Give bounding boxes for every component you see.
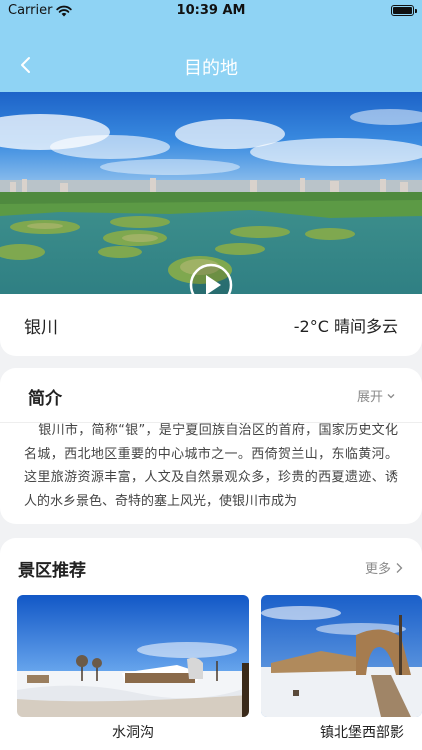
spot-image <box>17 595 249 717</box>
chevron-right-icon <box>396 562 403 573</box>
destination-video[interactable] <box>0 92 422 296</box>
clock: 10:39 AM <box>176 3 246 18</box>
spot-name: 水洞沟 <box>112 725 154 741</box>
battery-icon <box>391 5 417 16</box>
more-label: 更多 <box>364 562 391 577</box>
spots-title: 景区推荐 <box>18 561 86 581</box>
expand-label: 展开 <box>356 390 383 405</box>
header: Carrier 10:39 AM 目的地 <box>0 0 422 92</box>
intro-text: 银川市，简称“银”，是宁夏回族自治区的首府，国家历史文化名城，西北地区重要的中心… <box>24 423 398 509</box>
intro-title: 简介 <box>28 389 62 409</box>
play-icon[interactable] <box>189 263 233 296</box>
more-button[interactable]: 更多 <box>365 558 404 577</box>
battery-fill <box>393 7 412 14</box>
spots-card: 景区推荐 更多 水洞沟 镇北堡西部影 <box>0 538 422 750</box>
screen: Carrier 10:39 AM 目的地 银川 -2°C 晴间多云 简介 展开 … <box>0 0 422 750</box>
spot-card[interactable]: 镇北堡西部影 <box>261 595 422 742</box>
intro-card: 简介 展开 银川市，简称“银”，是宁夏回族自治区的首府，国家历史文化名城，西北地… <box>0 368 422 524</box>
spot-image <box>261 595 422 717</box>
chevron-down-icon <box>387 393 395 398</box>
expand-button[interactable]: 展开 <box>357 386 396 405</box>
spot-name: 镇北堡西部影 <box>320 725 404 741</box>
status-bar: Carrier 10:39 AM <box>0 0 422 24</box>
city-name: 银川 <box>24 318 58 338</box>
city-card: 银川 -2°C 晴间多云 <box>0 294 422 356</box>
page-title: 目的地 <box>184 58 238 79</box>
weather-text: -2°C 晴间多云 <box>293 317 398 336</box>
spot-card[interactable]: 水洞沟 <box>17 595 249 742</box>
